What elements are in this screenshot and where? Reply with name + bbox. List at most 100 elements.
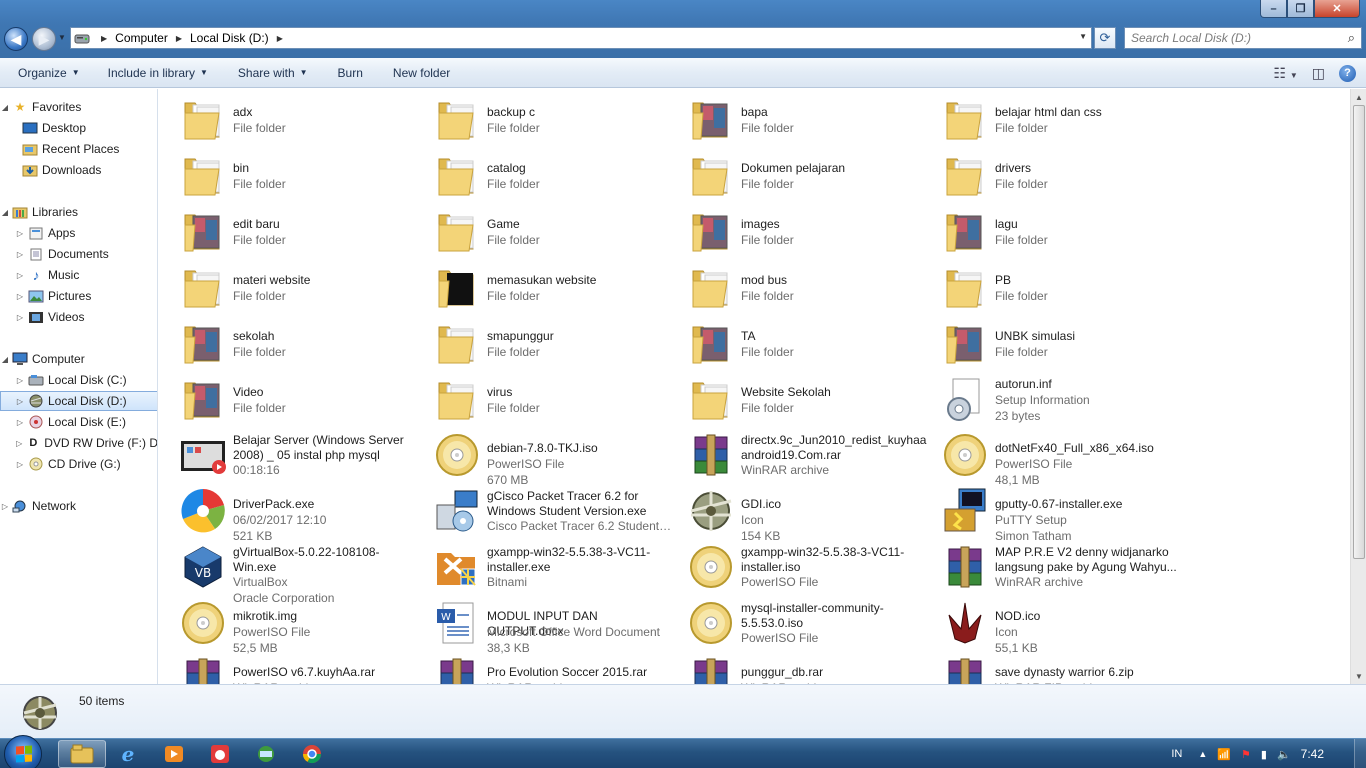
organize-button[interactable]: Organize ▼ (0, 58, 89, 87)
language-indicator[interactable]: IN (1171, 748, 1182, 760)
nav-favorites[interactable]: ◢ ★ Favorites (0, 97, 157, 117)
show-desktop-button[interactable] (1354, 739, 1366, 768)
folder-item[interactable]: materi website File folder (161, 259, 415, 313)
close-button[interactable]: ✕ (1314, 0, 1360, 18)
folder-item[interactable]: backup c File folder (415, 91, 669, 145)
expand-icon[interactable]: ▷ (0, 502, 10, 511)
folder-item[interactable]: images File folder (669, 203, 923, 257)
nav-network[interactable]: ▷ Network (0, 496, 157, 516)
collapse-icon[interactable]: ◢ (0, 355, 10, 364)
file-item[interactable]: Pro Evolution Soccer 2015.rarWinRAR arch… (415, 651, 669, 684)
forward-button[interactable]: ▶ (32, 27, 56, 51)
expand-icon[interactable]: ▷ (14, 292, 26, 301)
file-item[interactable]: gputty-0.67-installer.exe PuTTY Setup Simo… (923, 483, 1177, 543)
change-view-icon[interactable]: ☷ ▼ (1273, 65, 1297, 82)
folder-item[interactable]: bin File folder (161, 147, 415, 201)
expand-icon[interactable]: ▷ (14, 376, 26, 385)
address-bar[interactable]: ▶ Computer ▶ Local Disk (D:) ▶ ▼ (70, 27, 1092, 49)
nav-documents[interactable]: ▷ Documents (0, 244, 157, 264)
file-item[interactable]: GDI.ico Icon 154 KB (669, 483, 923, 543)
folder-item[interactable]: Game File folder (415, 203, 669, 257)
breadcrumb-local-disk-d[interactable]: Local Disk (D:) (190, 31, 269, 45)
search-box[interactable]: ⌕ (1124, 27, 1362, 49)
taskbar-explorer[interactable] (58, 740, 106, 768)
expand-icon[interactable]: ▷ (14, 460, 26, 469)
folder-item[interactable]: memasukan website File folder (415, 259, 669, 313)
show-hidden-icons-icon[interactable]: ▲ (1198, 749, 1207, 759)
file-item[interactable]: DriverPack.exe 06/02/2017 12:10 521 KB (161, 483, 415, 543)
scroll-thumb[interactable] (1353, 105, 1365, 559)
expand-icon[interactable]: ▷ (14, 229, 26, 238)
recent-pages-dropdown[interactable]: ▼ (58, 33, 66, 42)
chevron-right-icon[interactable]: ▶ (101, 34, 107, 43)
folder-item[interactable]: sekolah File folder (161, 315, 415, 369)
folder-item[interactable]: mod bus File folder (669, 259, 923, 313)
nav-downloads[interactable]: Downloads (0, 160, 157, 180)
minimize-button[interactable]: – (1260, 0, 1287, 18)
folder-item[interactable]: adx File folder (161, 91, 415, 145)
nav-local-disk-d[interactable]: ▷ Local Disk (D:) (0, 391, 157, 411)
file-item[interactable]: gxampp-win32-5.5.38-3-VC11-installer.iso… (669, 539, 923, 593)
folder-item[interactable]: smapunggur File folder (415, 315, 669, 369)
nav-computer[interactable]: ◢ Computer (0, 349, 157, 369)
nav-videos[interactable]: ▷ Videos (0, 307, 157, 327)
file-item[interactable]: punggur_db.rarWinRAR archive (669, 651, 923, 684)
expand-icon[interactable]: ▷ (14, 439, 24, 448)
folder-item[interactable]: virus File folder (415, 371, 669, 425)
nav-music[interactable]: ▷ ♪ Music (0, 265, 157, 285)
file-item[interactable]: save dynasty warrior 6.zipWinRAR ZIP arc… (923, 651, 1177, 684)
folder-item[interactable]: belajar html dan css File folder (923, 91, 1177, 145)
share-with-button[interactable]: Share with ▼ (217, 58, 317, 87)
file-item[interactable]: mysql-installer-community-5.5.53.0.iso Po… (669, 595, 923, 649)
address-dropdown-icon[interactable]: ▼ (1079, 32, 1087, 41)
nav-libraries[interactable]: ◢ Libraries (0, 202, 157, 222)
file-item[interactable]: VB gVirtualBox-5.0.22-108108-Win.exe Virtu… (161, 539, 415, 605)
nav-apps[interactable]: ▷ Apps (0, 223, 157, 243)
folder-item[interactable]: drivers File folder (923, 147, 1177, 201)
nav-local-disk-e[interactable]: ▷ Local Disk (E:) (0, 412, 157, 432)
new-folder-button[interactable]: New folder (372, 58, 459, 87)
refresh-button[interactable]: ⟳ (1094, 27, 1116, 49)
folder-item[interactable]: PB File folder (923, 259, 1177, 313)
nav-pictures[interactable]: ▷ Pictures (0, 286, 157, 306)
clock[interactable]: 7:42 (1301, 747, 1324, 761)
vertical-scrollbar[interactable]: ▲ ▼ (1350, 89, 1366, 684)
folder-item[interactable]: catalog File folder (415, 147, 669, 201)
expand-icon[interactable]: ▷ (14, 418, 26, 427)
file-item[interactable]: PowerISO v6.7.kuyhAa.rarWinRAR archive (161, 651, 415, 684)
scroll-down-icon[interactable]: ▼ (1351, 668, 1366, 684)
file-item[interactable]: W MODUL INPUT DAN OUTPUT.docx Microsoft Of… (415, 595, 669, 655)
collapse-icon[interactable]: ◢ (0, 208, 10, 217)
search-icon[interactable]: ⌕ (1348, 30, 1355, 46)
nav-dvd-drive-f[interactable]: ▷ D DVD RW Drive (F:) D (0, 433, 157, 453)
folder-item[interactable]: lagu File folder (923, 203, 1177, 257)
file-item[interactable]: directx.9c_Jun2010_redist_kuyhaa-android… (669, 427, 927, 481)
file-item[interactable]: gCisco Packet Tracer 6.2 for Windows Stu… (415, 483, 673, 537)
file-item[interactable]: NOD.ico Icon 55,1 KB (923, 595, 1177, 655)
preview-pane-icon[interactable]: ◫ (1312, 65, 1325, 82)
nav-local-disk-c[interactable]: ▷ Local Disk (C:) (0, 370, 157, 390)
burn-button[interactable]: Burn (317, 58, 372, 87)
folder-item[interactable]: UNBK simulasi File folder (923, 315, 1177, 369)
expand-icon[interactable]: ▷ (14, 313, 26, 322)
expand-icon[interactable]: ▷ (14, 250, 26, 259)
flag-alert-icon[interactable]: ⚑ (1241, 748, 1251, 761)
taskbar-internet-explorer[interactable]: e (104, 740, 152, 768)
folder-item[interactable]: bapa File folder (669, 91, 923, 145)
power-icon[interactable]: ▮ (1261, 748, 1267, 761)
expand-icon[interactable]: ▷ (14, 271, 26, 280)
breadcrumb-computer[interactable]: Computer (115, 31, 168, 45)
taskbar-media-player[interactable] (150, 740, 198, 768)
folder-item[interactable]: edit baru File folder (161, 203, 415, 257)
scroll-up-icon[interactable]: ▲ (1351, 89, 1366, 105)
folder-item[interactable]: Video File folder (161, 371, 415, 425)
file-item[interactable]: debian-7.8.0-TKJ.iso PowerISO File 670 MB (415, 427, 669, 487)
search-input[interactable] (1125, 31, 1335, 45)
volume-icon[interactable]: 🔈 (1277, 748, 1291, 761)
file-item[interactable]: dotNetFx40_Full_x86_x64.iso PowerISO File… (923, 427, 1177, 487)
chevron-right-icon[interactable]: ▶ (277, 34, 283, 43)
help-icon[interactable]: ? (1339, 64, 1356, 82)
nav-cd-drive-g[interactable]: ▷ CD Drive (G:) (0, 454, 157, 474)
folder-item[interactable]: TA File folder (669, 315, 923, 369)
signal-icon[interactable]: 📶 (1217, 748, 1231, 761)
